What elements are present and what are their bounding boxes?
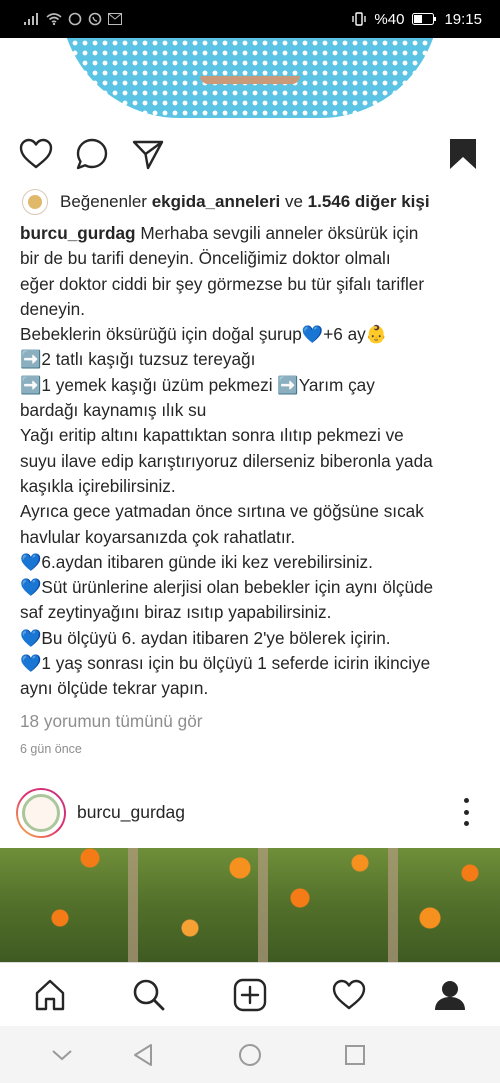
caption-line: kaşıkla içirebilirsiniz.	[20, 475, 176, 496]
likes-summary[interactable]: Beğenenler ekgida_anneleri ve 1.546 diğe…	[22, 187, 480, 217]
save-button[interactable]	[445, 136, 481, 172]
likes-prefix: Beğenenler	[60, 192, 147, 211]
sync-icon	[68, 12, 82, 26]
post-image[interactable]	[0, 38, 500, 122]
dot-icon	[463, 809, 469, 815]
home-system-button[interactable]	[235, 1040, 265, 1070]
next-post-image[interactable]	[0, 848, 500, 962]
view-all-comments-link[interactable]: 18 yorumun tümünü gör	[20, 711, 202, 732]
liker-username[interactable]: ekgida_anneleri	[152, 192, 281, 212]
heart-icon	[19, 138, 53, 169]
add-post-icon	[233, 978, 267, 1012]
caption-line: havlular koyarsanızda çok rahatlatır.	[20, 526, 296, 547]
next-post-header: burcu_gurdag	[0, 786, 500, 838]
comment-button[interactable]	[74, 136, 110, 172]
caption-line: burcu_gurdag Merhaba sevgili anneler öks…	[20, 223, 419, 243]
bookmark-icon	[450, 139, 476, 169]
caption-line: 💙6.aydan itibaren günde iki kez verebili…	[20, 551, 373, 572]
wifi-icon	[46, 13, 62, 25]
likes-others-count[interactable]: 1.546 diğer kişi	[308, 192, 430, 212]
fence-post	[258, 848, 268, 962]
recents-button[interactable]	[340, 1040, 370, 1070]
fence-post	[128, 848, 138, 962]
caption-line: ➡️2 tatlı kaşığı tuzsuz tereyağı	[20, 349, 256, 370]
next-post-username[interactable]: burcu_gurdag	[77, 802, 185, 823]
caption-line: Bebeklerin öksürüğü için doğal şurup💙+6 …	[20, 324, 388, 345]
bottom-navigation	[0, 962, 500, 1026]
caption-line: bir de bu tarifi deneyin. Önceliğimiz do…	[20, 248, 391, 269]
signal-icon	[24, 13, 38, 25]
dot-icon	[463, 798, 469, 803]
caption-line: 💙Bu ölçüyü 6. aydan itibaren 2'ye bölere…	[20, 627, 391, 648]
nav-home-button[interactable]	[30, 975, 70, 1015]
home-circle-icon	[239, 1044, 261, 1066]
recents-square-icon	[345, 1045, 365, 1065]
battery-percent: %40	[374, 10, 405, 28]
post-actions	[0, 130, 500, 180]
clock: 19:15	[444, 10, 482, 28]
system-navigation-bar	[0, 1026, 500, 1083]
whatsapp-icon	[88, 12, 102, 26]
nav-activity-button[interactable]	[329, 975, 369, 1015]
battery-icon	[412, 13, 437, 25]
avatar-image	[22, 794, 60, 832]
status-icons-left	[24, 12, 122, 26]
collapse-button[interactable]	[47, 1040, 77, 1070]
story-ring-avatar[interactable]	[16, 788, 66, 838]
home-icon	[35, 979, 65, 1011]
more-options-button[interactable]	[456, 798, 476, 826]
comment-icon	[76, 138, 108, 170]
bowl-edge	[200, 76, 300, 84]
share-button[interactable]	[130, 136, 166, 172]
share-icon	[132, 140, 164, 170]
caption-line: bardağı kaynamış ılık su	[20, 400, 207, 421]
caption-line: eğer doktor ciddi bir şey görmezse bu tü…	[20, 273, 425, 294]
like-button[interactable]	[18, 136, 54, 172]
activity-heart-icon	[332, 979, 366, 1010]
caption-line: ➡️1 yemek kaşığı üzüm pekmezi ➡️Yarım ça…	[20, 374, 375, 395]
caption-line: Ayrıca gece yatmadan önce sırtına ve göğ…	[20, 501, 424, 522]
likes-conjunction: ve	[284, 192, 303, 211]
search-icon	[133, 979, 165, 1011]
caption-line: 💙1 yaş sonrası için bu ölçüyü 1 seferde …	[20, 653, 431, 674]
post-caption: burcu_gurdag Merhaba sevgili anneler öks…	[20, 221, 485, 702]
gmail-icon	[108, 13, 122, 25]
nav-profile-button[interactable]	[430, 975, 470, 1015]
profile-icon	[435, 981, 465, 1010]
caption-line: 💙Süt ürünlerine alerjisi olan bebekler i…	[20, 577, 434, 598]
back-button[interactable]	[128, 1040, 158, 1070]
fence-post	[388, 848, 398, 962]
caption-username[interactable]: burcu_gurdag	[20, 223, 136, 243]
liker-avatar[interactable]	[22, 189, 48, 215]
caption-line: Yağı eritip altını kapattıktan sonra ılı…	[20, 425, 404, 446]
vibrate-icon	[352, 12, 367, 26]
nav-add-post-button[interactable]	[230, 975, 270, 1015]
caption-line: saf zeytinyağını biraz ısıtıp yapabilirs…	[20, 602, 332, 623]
nav-search-button[interactable]	[129, 975, 169, 1015]
chevron-down-icon	[52, 1050, 72, 1061]
dot-icon	[463, 821, 469, 826]
back-triangle-icon	[134, 1044, 152, 1066]
caption-line: aynı ölçüde tekrar yapın.	[20, 678, 209, 699]
caption-line: suyu ilave edip karıştırıyoruz dilerseni…	[20, 450, 433, 471]
status-icons-right: %40 19:15	[352, 11, 482, 28]
status-bar: %40 19:15	[0, 0, 500, 38]
post-timestamp: 6 gün önce	[20, 742, 82, 756]
caption-line: deneyin.	[20, 298, 85, 319]
